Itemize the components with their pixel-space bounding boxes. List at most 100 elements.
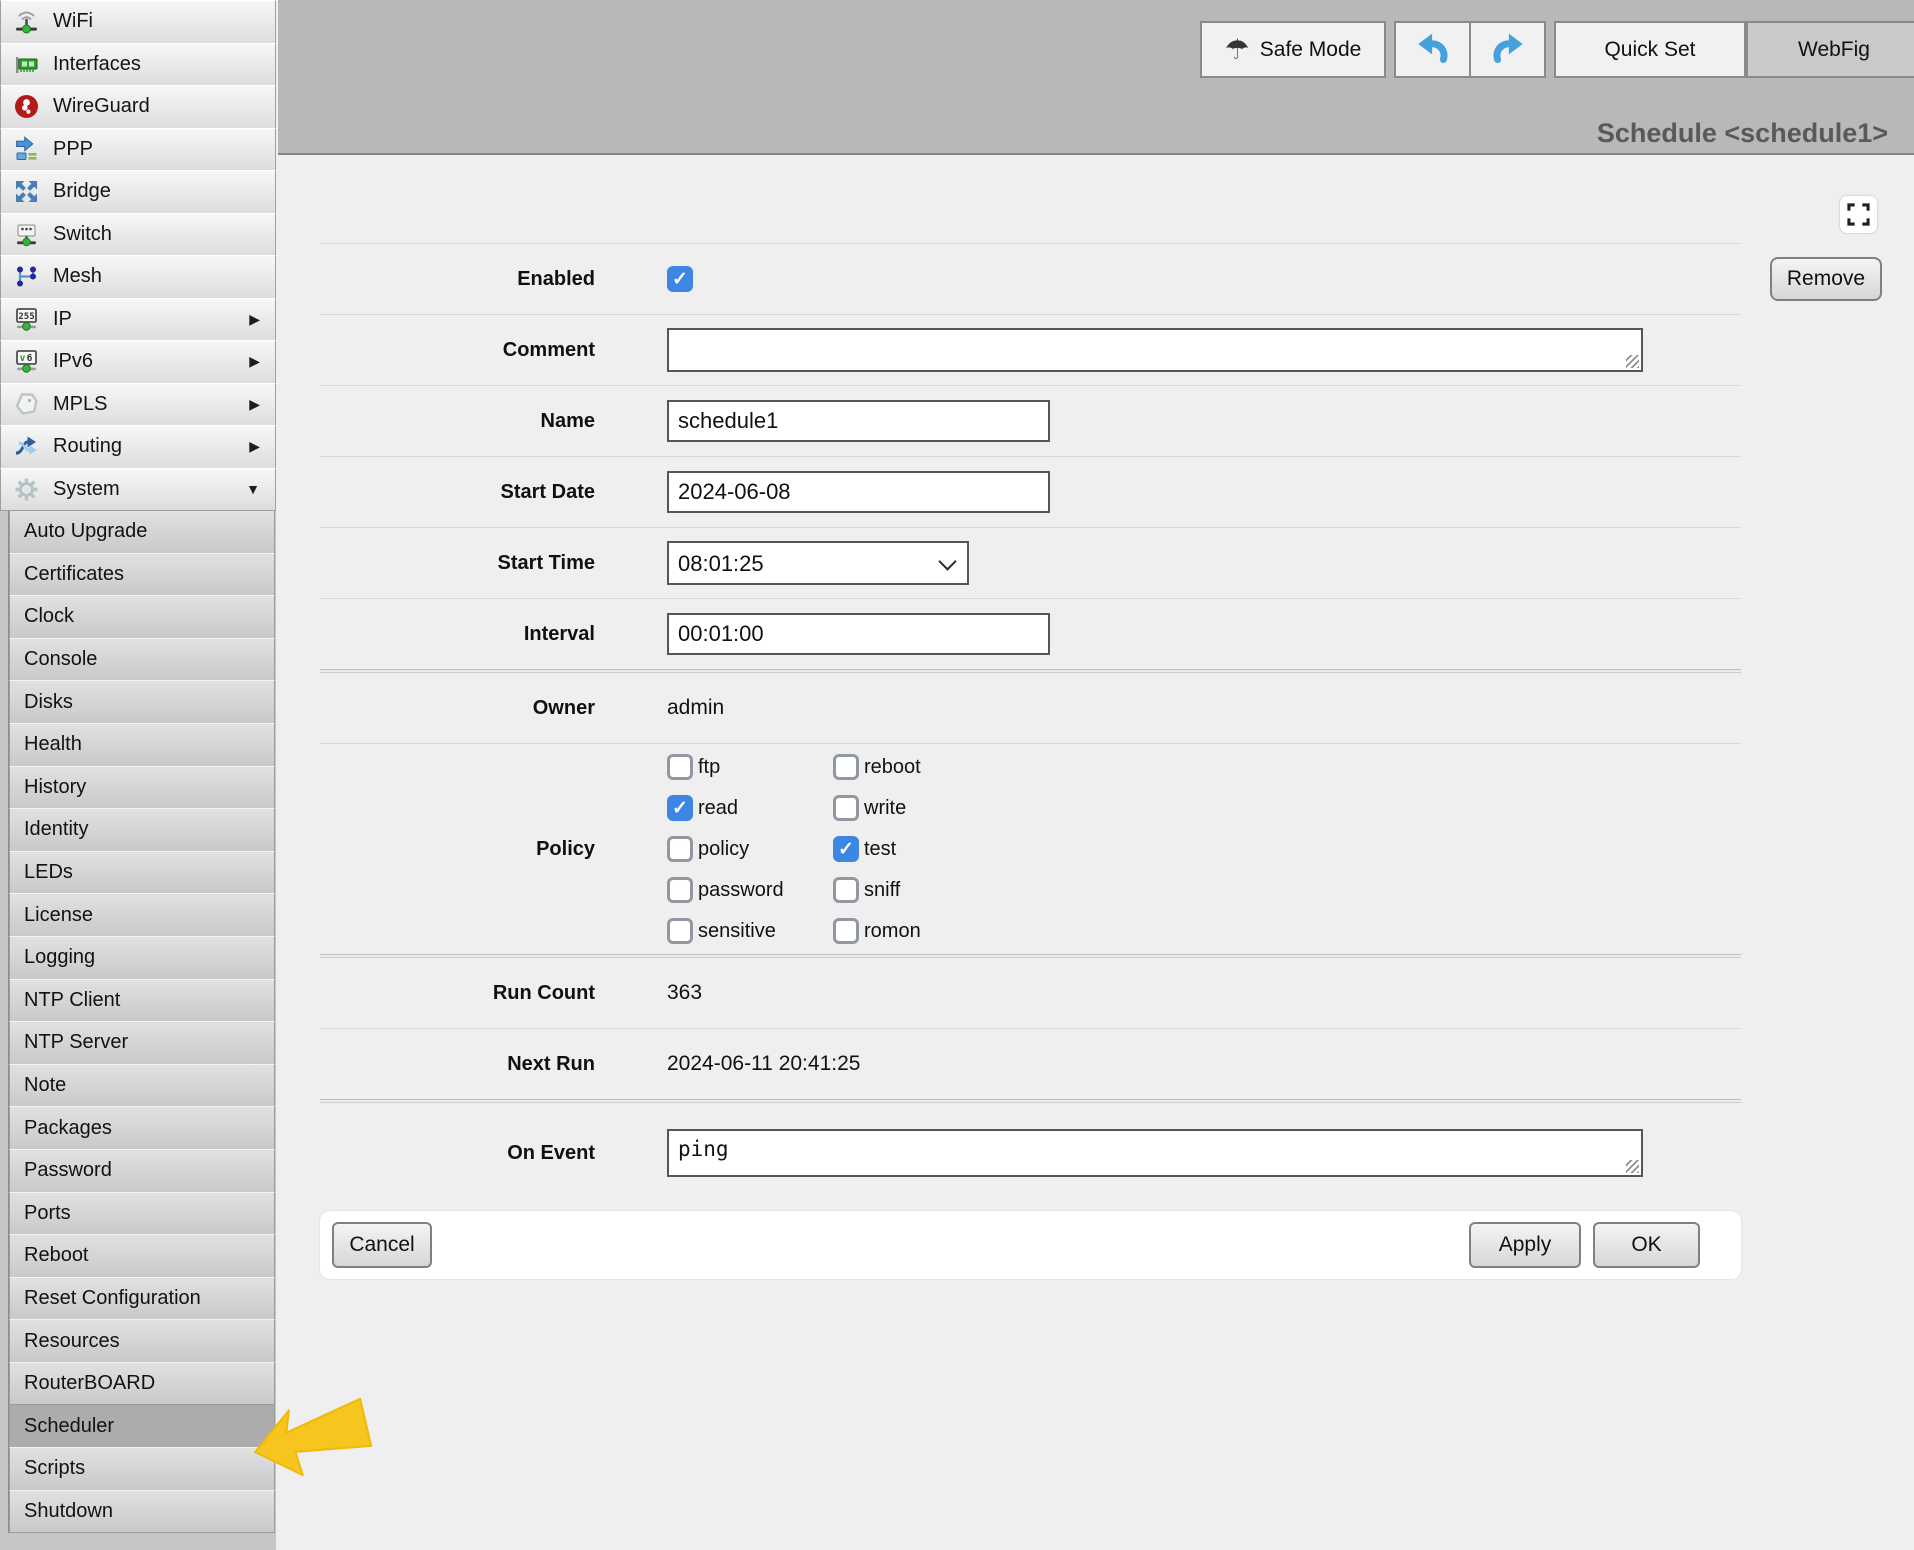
start-date-input[interactable] bbox=[667, 471, 1050, 513]
submenu-item-certificates[interactable]: Certificates bbox=[9, 553, 275, 597]
redo-button[interactable] bbox=[1471, 23, 1544, 76]
policy-checkbox-sensitive[interactable] bbox=[667, 918, 693, 944]
policy-checkbox-romon[interactable] bbox=[833, 918, 859, 944]
sidebar-item-routing[interactable]: Routing ▶ bbox=[0, 425, 276, 469]
policy-option-password: password bbox=[667, 877, 833, 903]
name-input[interactable] bbox=[667, 400, 1050, 442]
ip-icon: 255 bbox=[13, 306, 40, 333]
submenu-item-label: Reset Configuration bbox=[24, 1287, 201, 1310]
tab-webfig[interactable]: WebFig bbox=[1746, 21, 1914, 78]
policy-label: Policy bbox=[320, 838, 595, 861]
enabled-checkbox[interactable]: ✓ bbox=[667, 266, 693, 292]
sidebar-item-wireguard[interactable]: WireGuard bbox=[0, 85, 276, 129]
apply-button[interactable]: Apply bbox=[1469, 1222, 1581, 1268]
chevron-expanded-icon: ▼ bbox=[246, 481, 260, 497]
owner-value: admin bbox=[667, 696, 724, 720]
comment-input[interactable] bbox=[667, 328, 1643, 372]
ok-button[interactable]: OK bbox=[1593, 1222, 1700, 1268]
submenu-item-scripts[interactable]: Scripts bbox=[9, 1447, 275, 1491]
undo-redo-group bbox=[1394, 21, 1546, 78]
submenu-item-clock[interactable]: Clock bbox=[9, 595, 275, 639]
submenu-item-packages[interactable]: Packages bbox=[9, 1106, 275, 1150]
policy-checkbox-ftp[interactable] bbox=[667, 754, 693, 780]
sidebar-item-label: WiFi bbox=[53, 10, 93, 33]
schedule-form: Enabled ✓ Comment Name Start Date Start … bbox=[320, 155, 1741, 1279]
interval-input[interactable] bbox=[667, 613, 1050, 655]
start-time-label: Start Time bbox=[320, 552, 595, 575]
sidebar-item-label: Routing bbox=[53, 435, 122, 458]
submenu-item-ntp-client[interactable]: NTP Client bbox=[9, 979, 275, 1023]
on-event-input[interactable]: ping bbox=[667, 1129, 1643, 1177]
policy-checkbox-test[interactable]: ✓ bbox=[833, 836, 859, 862]
sidebar-item-ip[interactable]: 255 IP ▶ bbox=[0, 298, 276, 342]
mesh-icon bbox=[13, 263, 40, 290]
policy-checkbox-label: write bbox=[864, 797, 906, 820]
sidebar-item-label: Mesh bbox=[53, 265, 102, 288]
submenu-item-label: Scheduler bbox=[24, 1415, 114, 1438]
submenu-item-password[interactable]: Password bbox=[9, 1149, 275, 1193]
submenu-item-shutdown[interactable]: Shutdown bbox=[9, 1490, 275, 1534]
sidebar-item-system[interactable]: System▼ bbox=[0, 468, 276, 512]
next-run-value: 2024-06-11 20:41:25 bbox=[667, 1052, 860, 1076]
sidebar-item-mesh[interactable]: Mesh bbox=[0, 255, 276, 299]
policy-checkbox-policy[interactable] bbox=[667, 836, 693, 862]
submenu-item-scheduler[interactable]: Scheduler bbox=[9, 1404, 275, 1448]
owner-row: Owner admin bbox=[320, 673, 1741, 743]
policy-checkbox-sniff[interactable] bbox=[833, 877, 859, 903]
submenu-item-identity[interactable]: Identity bbox=[9, 808, 275, 852]
submenu-item-reset-configuration[interactable]: Reset Configuration bbox=[9, 1277, 275, 1321]
submenu-item-logging[interactable]: Logging bbox=[9, 936, 275, 980]
switch-icon bbox=[13, 221, 40, 248]
submenu-item-label: Logging bbox=[24, 946, 95, 969]
safe-mode-button[interactable]: ☂ Safe Mode bbox=[1200, 21, 1386, 78]
svg-text:v: v bbox=[20, 353, 26, 364]
submenu-item-auto-upgrade[interactable]: Auto Upgrade bbox=[9, 510, 275, 554]
submenu-item-resources[interactable]: Resources bbox=[9, 1319, 275, 1363]
next-run-label: Next Run bbox=[320, 1053, 595, 1076]
chevron-collapsed-icon: ▶ bbox=[249, 438, 260, 455]
submenu-item-history[interactable]: History bbox=[9, 766, 275, 810]
submenu-item-label: Console bbox=[24, 648, 97, 671]
sidebar-item-label: IP bbox=[53, 308, 72, 331]
policy-checkbox-label: test bbox=[864, 838, 896, 861]
fullscreen-toggle-button[interactable] bbox=[1840, 196, 1877, 233]
sidebar-item-switch[interactable]: Switch bbox=[0, 213, 276, 257]
submenu-item-console[interactable]: Console bbox=[9, 638, 275, 682]
chevron-collapsed-icon: ▶ bbox=[249, 311, 260, 328]
sidebar-item-mpls[interactable]: MPLS▶ bbox=[0, 383, 276, 427]
submenu-item-label: Ports bbox=[24, 1202, 71, 1225]
submenu-item-reboot[interactable]: Reboot bbox=[9, 1234, 275, 1278]
submenu-item-ntp-server[interactable]: NTP Server bbox=[9, 1021, 275, 1065]
start-time-select[interactable]: 08:01:25 bbox=[667, 541, 969, 585]
redo-icon bbox=[1489, 31, 1527, 69]
sidebar-item-label: Bridge bbox=[53, 180, 111, 203]
submenu-item-label: Health bbox=[24, 733, 82, 756]
policy-checkbox-password[interactable] bbox=[667, 877, 693, 903]
sidebar-item-ipv6[interactable]: v6IPv6▶ bbox=[0, 340, 276, 384]
submenu-item-license[interactable]: License bbox=[9, 893, 275, 937]
policy-checkbox-label: sniff bbox=[864, 879, 900, 902]
tab-quick-set[interactable]: Quick Set bbox=[1554, 21, 1746, 78]
submenu-item-health[interactable]: Health bbox=[9, 723, 275, 767]
annotation-arrow bbox=[248, 1386, 377, 1490]
resize-grip-icon[interactable] bbox=[1626, 1160, 1639, 1173]
sidebar-item-label: IPv6 bbox=[53, 350, 93, 373]
submenu-item-ports[interactable]: Ports bbox=[9, 1192, 275, 1236]
cancel-button[interactable]: Cancel bbox=[332, 1222, 432, 1268]
policy-checkbox-reboot[interactable] bbox=[833, 754, 859, 780]
submenu-item-routerboard[interactable]: RouterBOARD bbox=[9, 1362, 275, 1406]
submenu-item-note[interactable]: Note bbox=[9, 1064, 275, 1108]
submenu-item-label: History bbox=[24, 776, 86, 799]
remove-button[interactable]: Remove bbox=[1770, 257, 1882, 301]
resize-grip-icon[interactable] bbox=[1626, 355, 1639, 368]
undo-button[interactable] bbox=[1396, 23, 1471, 76]
sidebar-item-bridge[interactable]: Bridge bbox=[0, 170, 276, 214]
sidebar-item-interfaces[interactable]: Interfaces bbox=[0, 43, 276, 87]
sidebar-item-wifi[interactable]: WiFi bbox=[0, 0, 276, 44]
submenu-item-label: RouterBOARD bbox=[24, 1372, 155, 1395]
submenu-item-leds[interactable]: LEDs bbox=[9, 851, 275, 895]
policy-checkbox-write[interactable] bbox=[833, 795, 859, 821]
policy-checkbox-read[interactable]: ✓ bbox=[667, 795, 693, 821]
sidebar-item-ppp[interactable]: PPP bbox=[0, 128, 276, 172]
submenu-item-disks[interactable]: Disks bbox=[9, 680, 275, 724]
